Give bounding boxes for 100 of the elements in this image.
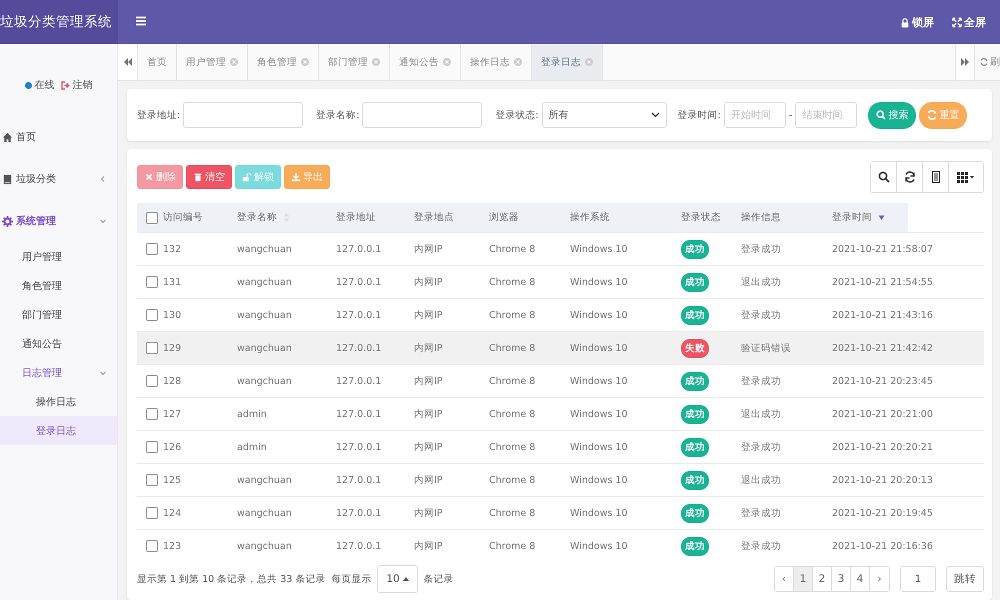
page-size-dropdown[interactable]: 10 [377,565,418,593]
row-checkbox[interactable] [146,375,158,387]
sidebar-item[interactable]: 系统管理 [0,200,117,242]
name-field[interactable] [362,102,482,128]
expand-icon [952,16,962,28]
row-checkbox[interactable] [146,408,158,420]
table-cell: 内网IP [414,244,443,254]
table-cell: 内网IP [414,276,443,288]
status-badge: 成功 [681,504,709,522]
table-cell: 2021-10-21 20:16:36 [832,540,933,552]
table-cell: 130 [163,310,182,320]
previous-page-button[interactable]: ‹ [775,567,794,591]
close-icon[interactable] [514,58,522,66]
logout-icon [60,80,70,90]
status-badge: 成功 [681,306,709,324]
close-icon[interactable] [585,58,593,66]
table-cell: 登录成功 [741,310,781,320]
sidebar-item[interactable]: 垃圾分类 [0,158,117,200]
page-jump-field[interactable]: 1 [900,566,936,592]
row-checkbox[interactable] [146,474,158,486]
table-cell: 124 [163,508,182,518]
table-cell: 127.0.0.1 [336,310,382,320]
sidebar-item[interactable]: 部门管理 [0,300,117,329]
table-cell: 127.0.0.1 [336,540,382,552]
start-time-field[interactable]: 开始时间 [724,102,786,128]
status-badge: 成功 [681,372,709,390]
sidebar-item[interactable]: 角色管理 [0,271,117,300]
lock-screen-button[interactable]: 锁屏 [900,14,934,30]
close-icon[interactable] [230,58,238,66]
unlock-icon [242,172,252,182]
page-button[interactable]: 1 [794,567,813,591]
lock-icon [900,16,910,28]
table-cell: 123 [163,540,182,552]
select-all-checkbox[interactable] [146,212,158,224]
table-cell: 2021-10-21 21:58:07 [832,244,933,254]
sidebar-item[interactable]: 日志管理 [0,358,117,387]
table-cell: 内网IP [414,442,443,452]
table-cell: 132 [163,244,182,254]
scroll-right-icon[interactable] [955,44,975,80]
table-cell: 127.0.0.1 [336,408,382,420]
table-cell: Windows 10 [570,342,628,354]
table-cell: Windows 10 [570,474,628,486]
row-checkbox[interactable] [146,441,158,453]
clear-button[interactable]: 清空 [186,165,232,189]
table-cell: 2021-10-21 21:54:55 [832,276,933,288]
scroll-left-icon[interactable] [118,44,138,80]
column-header: 访问编号 [163,211,203,224]
tab[interactable]: 角色管理 [248,44,319,80]
search-icon[interactable] [871,162,897,192]
tab[interactable]: 首页 [138,44,177,80]
table-cell: 129 [163,342,182,354]
table-cell: Windows 10 [570,376,628,386]
table-cell: Chrome 8 [489,376,536,386]
tab[interactable]: 部门管理 [319,44,390,80]
row-checkbox[interactable] [146,507,158,519]
table-cell: 2021-10-21 20:20:13 [832,474,933,486]
row-checkbox[interactable] [146,243,158,255]
jump-button[interactable]: 跳转 [946,566,984,592]
sidebar-item[interactable]: 首页 [0,116,117,158]
row-checkbox[interactable] [146,342,158,354]
row-checkbox[interactable] [146,540,158,552]
sidebar-item[interactable]: 操作日志 [0,387,117,416]
refresh-button[interactable]: 刷 [975,44,1000,80]
end-time-field[interactable]: 结束时间 [795,102,858,128]
table-cell: 2021-10-21 20:19:45 [832,508,933,518]
chevron-icon [650,112,660,118]
table-cell: 2021-10-21 20:20:21 [832,442,933,452]
address-field[interactable] [183,102,304,128]
table-cell: 126 [163,442,182,452]
table-cell: 退出成功 [741,408,781,420]
status-badge: 成功 [681,536,709,556]
table-cell: 2021-10-21 21:42:42 [832,342,933,354]
table-cell: Chrome 8 [489,244,536,254]
row-checkbox[interactable] [146,276,158,288]
column-header: 浏览器 [489,211,519,224]
status-dropdown[interactable]: 所有 [542,102,667,128]
status-badge: 成功 [681,438,709,456]
tab[interactable]: 通知公告 [390,44,461,80]
table-cell: Windows 10 [570,540,628,552]
table-cell: wangchuan [237,508,292,518]
table-cell: 127.0.0.1 [336,442,382,452]
x-icon [144,172,154,182]
table-cell: 登录成功 [741,508,781,518]
sidebar-item[interactable]: 用户管理 [0,242,117,271]
column-header: 操作信息 [741,211,781,224]
tab[interactable]: 登录日志 [532,44,603,80]
close-icon[interactable] [443,58,451,66]
sidebar-item[interactable]: 登录日志 [0,416,117,445]
tab[interactable]: 用户管理 [177,44,248,80]
row-checkbox[interactable] [146,309,158,321]
close-icon[interactable] [301,58,309,66]
caret-icon [99,175,107,183]
close-icon[interactable] [372,58,380,66]
sidebar-item[interactable]: 通知公告 [0,329,117,358]
column-header: 登录名称 [237,211,277,224]
fullscreen-button[interactable]: 全屏 [952,14,986,30]
logout-link[interactable]: 注销 [60,78,92,92]
sort-icon[interactable] [878,213,885,222]
column-header: 登录地点 [414,211,454,224]
status-badge: 成功 [681,404,709,424]
